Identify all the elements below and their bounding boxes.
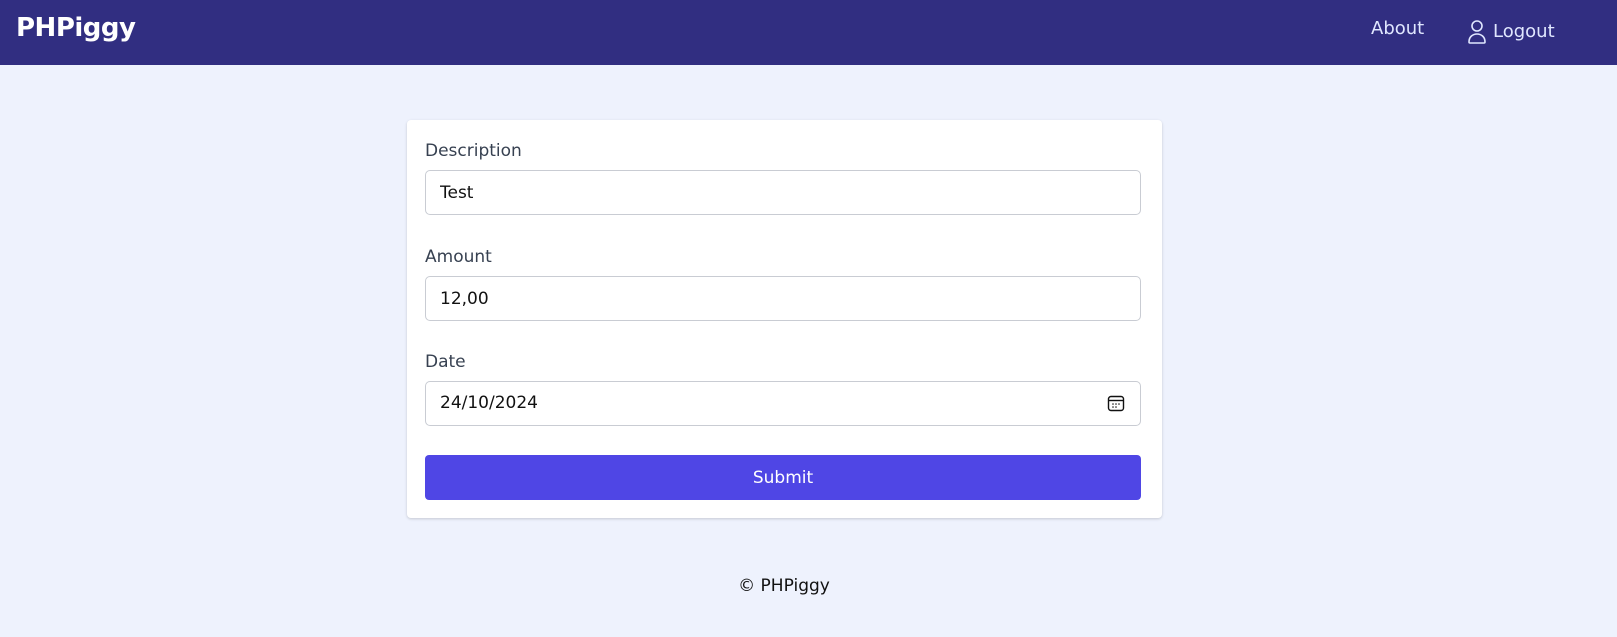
nav-about-link[interactable]: About [1371,18,1424,39]
brand-logo[interactable]: PHPiggy [16,13,136,43]
amount-input[interactable] [425,276,1141,321]
description-input[interactable] [425,170,1141,215]
footer-copyright: © PHPiggy [738,576,830,596]
user-icon [1467,18,1487,44]
amount-label: Amount [425,247,492,267]
calendar-icon[interactable] [1107,394,1125,412]
top-navbar: PHPiggy About Logout [0,0,1617,65]
transaction-form-card: Description Amount Date 24/10/2024 Submi… [407,120,1162,518]
logout-label: Logout [1493,20,1555,42]
submit-button[interactable]: Submit [425,455,1141,500]
date-label: Date [425,352,466,372]
date-input[interactable]: 24/10/2024 [425,381,1141,426]
nav-logout-link[interactable]: Logout [1467,16,1555,46]
date-value[interactable]: 24/10/2024 [440,393,538,413]
description-label: Description [425,141,522,161]
